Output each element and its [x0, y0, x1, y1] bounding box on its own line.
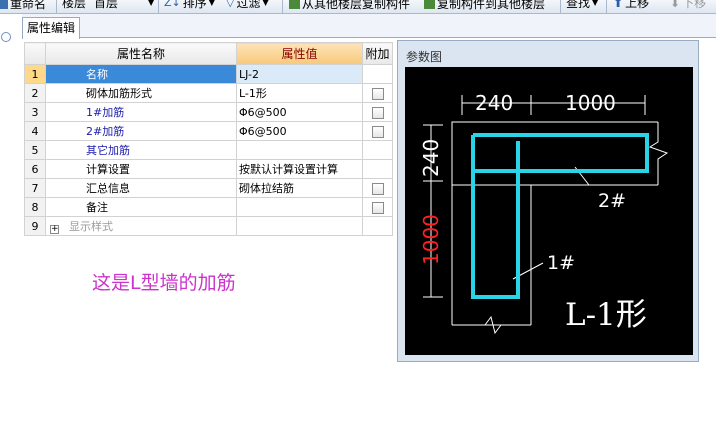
- dim-text-top-left: 240: [475, 91, 513, 115]
- column-header-extra[interactable]: 附加: [362, 42, 393, 65]
- extra-cell: [362, 140, 393, 160]
- row-number: 2: [24, 83, 46, 103]
- chevron-down-icon: ▼: [592, 0, 599, 7]
- toolbar: 重命名 楼层 首层 ▼ Z↓ 排序 ▼ ▽ 过滤 ▼ 从其他楼层复制构件 复制构…: [0, 0, 716, 14]
- copy-to-floor-button[interactable]: 复制构件到其他楼层: [424, 0, 545, 10]
- parameter-diagram-panel: 参数图 240 1000 2# 1# L-1形 240 1000: [397, 40, 699, 362]
- row-number: 1: [24, 64, 46, 84]
- row-number: 6: [24, 159, 46, 179]
- property-value[interactable]: Φ6@500: [236, 121, 363, 141]
- extra-checkbox[interactable]: [371, 125, 384, 138]
- row-number: 9: [24, 216, 46, 236]
- extra-cell: [362, 197, 393, 217]
- move-down-button[interactable]: ⬇ 下移: [670, 0, 706, 10]
- property-value[interactable]: [236, 216, 363, 236]
- dim-text-left-bottom: 1000: [419, 214, 443, 265]
- property-name: 其它加筋: [45, 140, 237, 160]
- property-value[interactable]: 砌体拉结筋: [236, 178, 363, 198]
- property-name: 显示样式: [69, 220, 113, 233]
- label-rebar-2: 2#: [598, 190, 626, 212]
- table-row[interactable]: 4 2#加筋 Φ6@500: [24, 121, 393, 141]
- floor-selector[interactable]: 楼层 首层 ▼: [62, 0, 155, 9]
- grid-header-row: 属性名称 属性值 附加: [24, 42, 393, 65]
- table-row[interactable]: 9 + 显示样式: [24, 216, 393, 236]
- rebar-1: [471, 135, 520, 299]
- move-up-button[interactable]: ⬆ 上移: [613, 0, 649, 10]
- table-row[interactable]: 7 汇总信息 砌体拉结筋: [24, 178, 393, 198]
- copy-icon: [424, 0, 435, 9]
- property-name: 砌体加筋形式: [45, 83, 237, 103]
- diagram-canvas: 240 1000 2# 1# L-1形 240 1000: [405, 67, 693, 355]
- extra-cell: [362, 121, 393, 141]
- dim-text-left-top: 240: [419, 139, 443, 177]
- tab-bar: 属性编辑: [22, 14, 716, 39]
- property-name: 名称: [45, 64, 237, 84]
- left-strip: [0, 14, 22, 443]
- arrow-up-icon: ⬆: [613, 0, 624, 10]
- extra-checkbox[interactable]: [371, 106, 384, 119]
- table-row[interactable]: 6 计算设置 按默认计算设置计算: [24, 159, 393, 179]
- property-name: 2#加筋: [45, 121, 237, 141]
- shape-label: L-1形: [565, 297, 647, 333]
- tab-property-edit[interactable]: 属性编辑: [22, 17, 80, 39]
- chevron-down-icon: ▼: [262, 0, 269, 7]
- expand-icon[interactable]: +: [50, 225, 59, 234]
- extra-cell: [362, 159, 393, 179]
- row-number: 7: [24, 178, 46, 198]
- property-value[interactable]: [236, 197, 363, 217]
- property-value[interactable]: 按默认计算设置计算: [236, 159, 363, 179]
- rename-button[interactable]: 重命名: [0, 0, 46, 10]
- extra-checkbox[interactable]: [371, 201, 384, 214]
- table-row[interactable]: 3 1#加筋 Φ6@500: [24, 102, 393, 122]
- property-value[interactable]: L-1形: [236, 83, 363, 103]
- column-header-value[interactable]: 属性值: [236, 42, 363, 65]
- extra-checkbox[interactable]: [371, 87, 384, 100]
- filter-icon: ▽: [226, 0, 235, 9]
- extra-cell: [362, 178, 393, 198]
- extra-cell: [362, 216, 393, 236]
- arrow-down-icon: ⬇: [670, 0, 681, 10]
- extra-checkbox[interactable]: [371, 182, 384, 195]
- property-name: 汇总信息: [45, 178, 237, 198]
- table-row[interactable]: 5 其它加筋: [24, 140, 393, 160]
- table-row[interactable]: 8 备注: [24, 197, 393, 217]
- extra-cell: [362, 64, 393, 84]
- property-grid: 属性名称 属性值 附加 1 名称 LJ-2 2 砌体加筋形式 L-1形 3 1#加筋 Φ6@50…: [24, 42, 393, 236]
- rebar-diagram: 240 1000 2# 1# L-1形 240 1000: [419, 91, 669, 335]
- annotation-text: 这是L型墙的加筋: [92, 272, 236, 294]
- property-value[interactable]: Φ6@500: [236, 102, 363, 122]
- radio-icon[interactable]: [1, 32, 11, 42]
- copy-from-floor-button[interactable]: 从其他楼层复制构件: [289, 0, 410, 10]
- chevron-down-icon: ▼: [208, 0, 215, 7]
- property-name: 计算设置: [45, 159, 237, 179]
- table-row[interactable]: 2 砌体加筋形式 L-1形: [24, 83, 393, 103]
- column-header-name[interactable]: 属性名称: [45, 42, 237, 65]
- filter-button[interactable]: ▽ 过滤 ▼: [226, 0, 269, 9]
- break-symbol: [648, 122, 669, 185]
- property-name: 备注: [45, 197, 237, 217]
- extra-cell: [362, 83, 393, 103]
- property-name-cell: + 显示样式: [45, 216, 237, 236]
- row-number: 8: [24, 197, 46, 217]
- row-number: 3: [24, 102, 46, 122]
- table-row[interactable]: 1 名称 LJ-2: [24, 64, 393, 84]
- chevron-down-icon: ▼: [148, 0, 155, 7]
- panel-title: 参数图: [406, 50, 443, 64]
- label-rebar-1: 1#: [547, 252, 575, 274]
- dim-text-top-right: 1000: [565, 91, 616, 115]
- grid-corner: [24, 42, 46, 65]
- wall-outline: [451, 121, 658, 325]
- rebar-2: [473, 133, 649, 173]
- copy-icon: [289, 0, 300, 9]
- sort-button[interactable]: Z↓ 排序 ▼: [164, 0, 215, 9]
- row-number: 5: [24, 140, 46, 160]
- rename-icon: [0, 0, 8, 9]
- property-value[interactable]: [236, 140, 363, 160]
- extra-cell: [362, 102, 393, 122]
- property-value[interactable]: LJ-2: [236, 64, 363, 84]
- property-name: 1#加筋: [45, 102, 237, 122]
- sort-icon: Z↓: [164, 0, 181, 9]
- row-number: 4: [24, 121, 46, 141]
- find-button[interactable]: 查找 ▼: [566, 0, 599, 9]
